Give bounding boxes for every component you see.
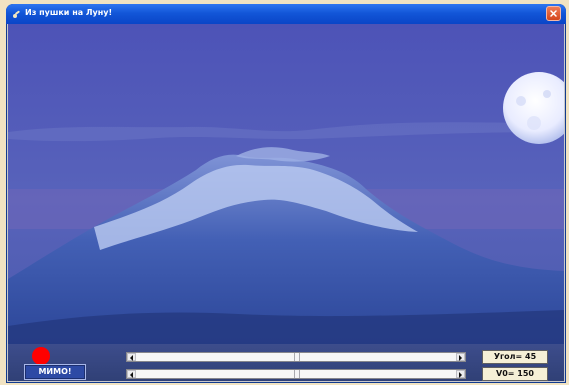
game-area: МИМО! Угол= 45 V0= 150 — [8, 24, 564, 381]
moon-crater-2 — [527, 116, 541, 130]
cannon-icon — [13, 10, 20, 18]
close-icon — [550, 10, 557, 17]
angle-slider-right-arrow[interactable] — [456, 353, 465, 361]
angle-slider[interactable] — [126, 352, 466, 362]
title-bar[interactable]: Из пушки на Луну! — [6, 4, 566, 24]
speed-slider-thumb[interactable] — [294, 370, 300, 378]
speed-slider-right-arrow[interactable] — [456, 370, 465, 378]
result-button[interactable]: МИМО! — [24, 364, 86, 380]
window-title: Из пушки на Луну! — [25, 8, 113, 17]
landscape-scene — [8, 24, 564, 344]
app-window: Из пушки на Луну! МИМО! Угол= 45 V0= 150 — [6, 4, 566, 383]
angle-value: Угол= 45 — [482, 350, 548, 364]
moon-crater-1 — [516, 96, 526, 106]
close-button[interactable] — [546, 6, 561, 21]
speed-slider-left-arrow[interactable] — [127, 370, 136, 378]
speed-slider[interactable] — [126, 369, 466, 379]
moon-crater-3 — [543, 90, 551, 98]
angle-slider-left-arrow[interactable] — [127, 353, 136, 361]
speed-value: V0= 150 — [482, 367, 548, 381]
angle-slider-thumb[interactable] — [294, 353, 300, 361]
cannonball — [32, 347, 50, 365]
